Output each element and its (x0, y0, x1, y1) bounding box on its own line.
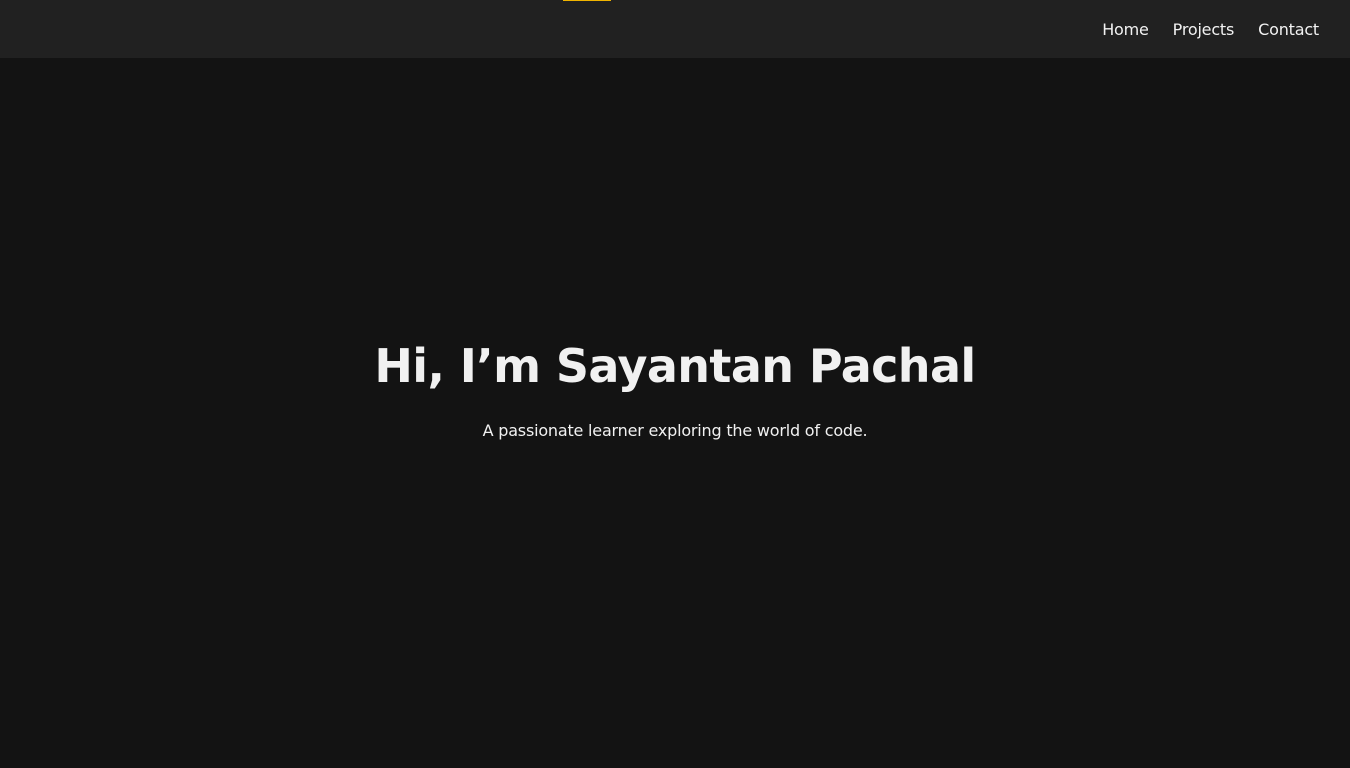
hero-section: Hi, I’m Sayantan Pachal A passionate lea… (0, 58, 1350, 768)
nav-link-projects[interactable]: Projects (1173, 20, 1235, 39)
accent-indicator (563, 0, 611, 1)
nav-link-contact[interactable]: Contact (1258, 20, 1319, 39)
navbar: Home Projects Contact (0, 0, 1350, 58)
nav-links: Home Projects Contact (1102, 0, 1319, 58)
hero-title: Hi, I’m Sayantan Pachal (374, 339, 976, 393)
hero-subtitle: A passionate learner exploring the world… (482, 421, 868, 440)
nav-link-home[interactable]: Home (1102, 20, 1149, 39)
